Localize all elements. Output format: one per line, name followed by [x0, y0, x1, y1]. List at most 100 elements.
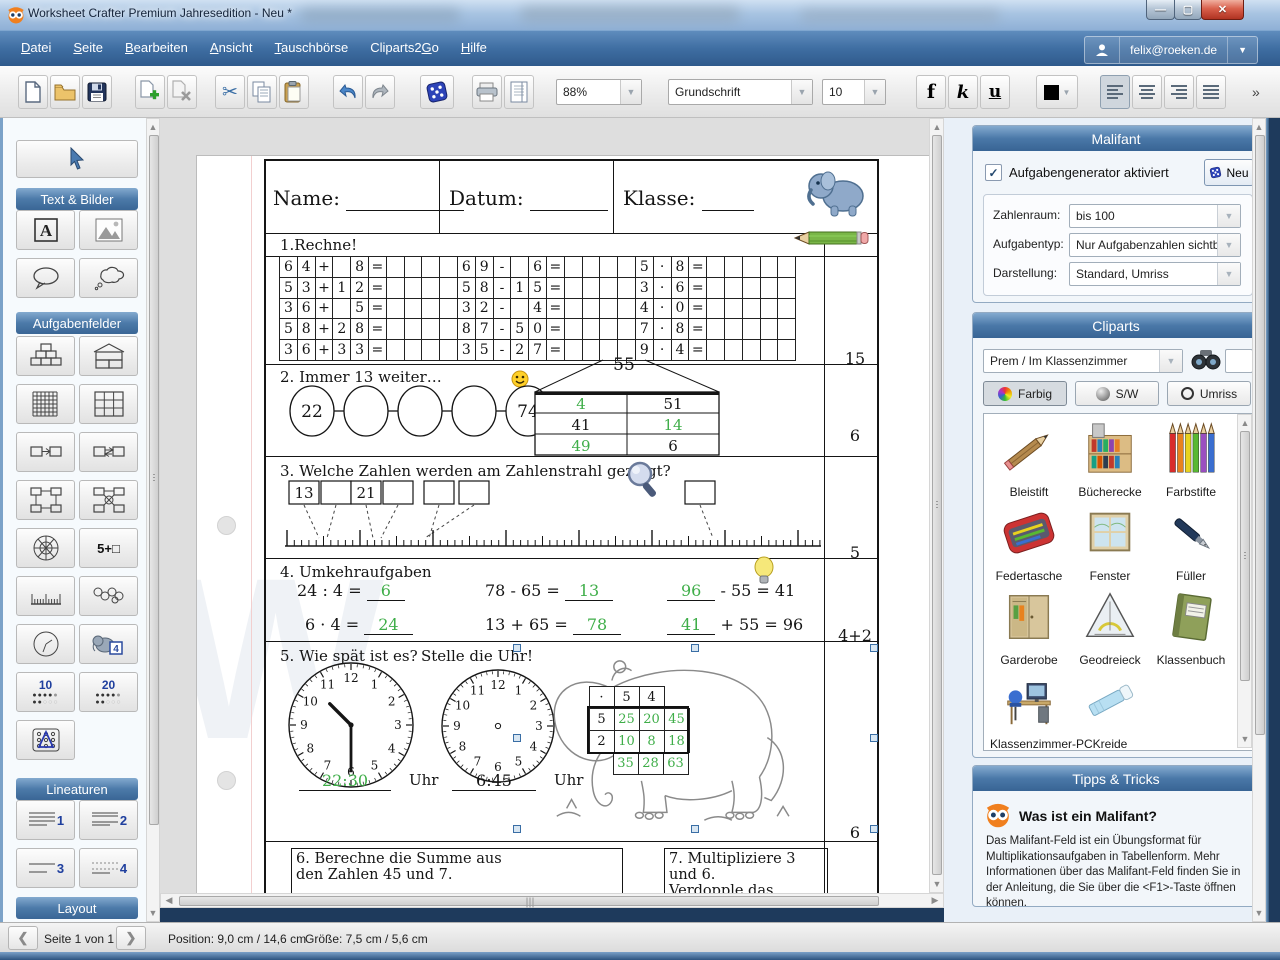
thought-bubble-tool[interactable]: [79, 258, 138, 298]
clipart-kreide[interactable]: Kreide: [1071, 672, 1149, 751]
next-page-button[interactable]: ❯: [116, 926, 146, 950]
aufgabentyp-combobox[interactable]: Nur Aufgabenzahlen sichtbar▼: [1069, 233, 1241, 257]
twenty-frame-10-tool[interactable]: 10●●●●●●●○○○: [16, 672, 75, 712]
clipart-federtasche[interactable]: Federtasche: [990, 504, 1068, 583]
darstellung-combobox[interactable]: Standard, Umriss▼: [1069, 262, 1241, 286]
selection-handle[interactable]: [513, 644, 521, 652]
select-tool-button[interactable]: [16, 140, 138, 178]
number-chain[interactable]: 2274: [285, 380, 555, 442]
lineatur-3-tool[interactable]: 3: [16, 848, 75, 888]
lineatur-1-tool[interactable]: 1: [16, 800, 75, 840]
equation[interactable]: 41 + 55 = 96: [667, 615, 803, 634]
table-grid-tool[interactable]: [79, 384, 138, 424]
font-dropdown-icon[interactable]: ▼: [791, 80, 812, 104]
menu-tauschbörse[interactable]: Tauschbörse: [264, 31, 360, 55]
selection-handle[interactable]: [691, 644, 699, 652]
prev-page-button[interactable]: ❮: [8, 926, 38, 950]
speech-bubble-tool[interactable]: [16, 258, 75, 298]
close-button[interactable]: ✕: [1201, 0, 1244, 20]
align-right-button[interactable]: [1164, 75, 1194, 109]
clipart-bleistift[interactable]: Bleistift: [990, 420, 1068, 499]
menu-datei[interactable]: Datei: [10, 31, 62, 55]
selection-handle[interactable]: [870, 644, 878, 652]
open-file-button[interactable]: [50, 75, 80, 109]
filter-farbig-button[interactable]: Farbig: [983, 381, 1067, 406]
align-left-button[interactable]: [1100, 75, 1130, 109]
number-house-tool[interactable]: [79, 336, 138, 376]
print-preview-button[interactable]: [504, 75, 534, 109]
menu-cliparts2go[interactable]: Cliparts2Go: [359, 31, 450, 55]
number-house[interactable]: 554514114496: [527, 354, 727, 458]
add-page-button[interactable]: [135, 75, 165, 109]
sec1-calc-grid[interactable]: 64+8=69-6=5·8=53+12=58-15=3·6=36+5=32-4=…: [279, 256, 796, 361]
undo-button[interactable]: [333, 75, 363, 109]
clipart-list[interactable]: BleistiftBüchereckeFarbstifte Federtasche…: [983, 413, 1253, 751]
lineatur-2-tool[interactable]: 2: [79, 800, 138, 840]
align-center-button[interactable]: [1132, 75, 1162, 109]
spider-wheel-tool[interactable]: [16, 528, 75, 568]
clipart-klassenzimmer-pc[interactable]: Klassenzimmer-PC: [990, 672, 1068, 751]
equation[interactable]: 96 - 55 = 41: [667, 581, 795, 600]
maximize-button[interactable]: ▢: [1174, 0, 1202, 20]
sec7-task-field[interactable]: 7. Multipliziere 3 und 6. Verdopple das …: [664, 848, 828, 894]
equation[interactable]: 78 - 65 = 13: [485, 581, 613, 600]
image-tool[interactable]: [79, 210, 138, 250]
redo-button[interactable]: [365, 75, 395, 109]
canvas-hscrollbar[interactable]: ◀ ▶: [160, 893, 944, 908]
delete-page-button[interactable]: [167, 75, 197, 109]
menu-bearbeiten[interactable]: Bearbeiten: [114, 31, 199, 55]
selection-handle[interactable]: [513, 825, 521, 833]
selection-handle[interactable]: [691, 825, 699, 833]
font-color-button[interactable]: ▼: [1036, 75, 1078, 109]
bead-chain-tool[interactable]: [79, 576, 138, 616]
cut-button[interactable]: ✂: [215, 75, 245, 109]
filter-sw-button[interactable]: S/W: [1075, 381, 1159, 406]
generator-checkbox[interactable]: ✓: [985, 164, 1002, 181]
bold-button[interactable]: f: [916, 75, 946, 109]
italic-button[interactable]: k: [948, 75, 978, 109]
filter-umriss-button[interactable]: Umriss: [1167, 381, 1251, 406]
geoboard-tool[interactable]: [16, 720, 75, 760]
equation[interactable]: 6 · 4 = 24: [305, 615, 413, 634]
sec6-task-field[interactable]: 6. Berechne die Summe aus den Zahlen 45 …: [291, 848, 623, 894]
account-widget[interactable]: felix@roeken.de ▼: [1084, 36, 1258, 64]
double-arrow-chain-tool[interactable]: [79, 432, 138, 472]
font-size-combobox[interactable]: 10 ▼: [822, 79, 886, 105]
clipart-list-scrollbar[interactable]: ▲ ▼: [1237, 414, 1252, 748]
box-network-tool[interactable]: [79, 480, 138, 520]
zoom-dropdown-icon[interactable]: ▼: [620, 80, 641, 104]
clipart-buecherecke[interactable]: Bücherecke: [1071, 420, 1149, 499]
malifant-table[interactable]: ·545252045210818352863: [589, 686, 689, 774]
equation-box-tool[interactable]: 5+□: [79, 528, 138, 568]
dense-grid-tool[interactable]: [16, 384, 75, 424]
clipart-search-button[interactable]: [1191, 347, 1221, 378]
twenty-frame-20-tool[interactable]: 20●●●●●●●○○○: [79, 672, 138, 712]
arrow-chain-tool[interactable]: [16, 432, 75, 472]
clock-field[interactable]: 123456789101112: [287, 661, 415, 789]
clipart-fueller[interactable]: Füller: [1152, 504, 1230, 583]
box-cycle-tool[interactable]: [16, 480, 75, 520]
clipart-farbstifte[interactable]: Farbstifte: [1152, 420, 1230, 499]
pyramid-tool[interactable]: [16, 336, 75, 376]
clipart-klassenbuch[interactable]: Klassenbuch: [1152, 588, 1230, 667]
randomize-dice-button[interactable]: [420, 75, 454, 109]
menu-seite[interactable]: Seite: [62, 31, 114, 55]
menu-hilfe[interactable]: Hilfe: [450, 31, 498, 55]
clipart-color-box[interactable]: [1225, 349, 1253, 373]
clipart-category-combobox[interactable]: Prem / Im Klassenzimmer▼: [983, 349, 1183, 373]
selection-handle[interactable]: [870, 825, 878, 833]
zoom-combobox[interactable]: 88% ▼: [556, 79, 642, 105]
selection-handle[interactable]: [513, 734, 521, 742]
underline-button[interactable]: u: [980, 75, 1010, 109]
selection-handle[interactable]: [870, 734, 878, 742]
worksheet-canvas[interactable]: W 15654+26Name: Datum: Klasse: 1.Rechne!…: [160, 118, 944, 908]
clipart-garderobe[interactable]: Garderobe: [990, 588, 1068, 667]
zahlenraum-combobox[interactable]: bis 100▼: [1069, 204, 1241, 228]
clock-tool[interactable]: [16, 624, 75, 664]
copy-button[interactable]: [247, 75, 277, 109]
save-button[interactable]: [82, 75, 112, 109]
minimize-button[interactable]: —: [1146, 0, 1175, 20]
clock1-answer[interactable]: 22:30: [299, 771, 391, 791]
clipart-fenster[interactable]: Fenster: [1071, 504, 1149, 583]
account-dropdown-icon[interactable]: ▼: [1228, 37, 1257, 63]
